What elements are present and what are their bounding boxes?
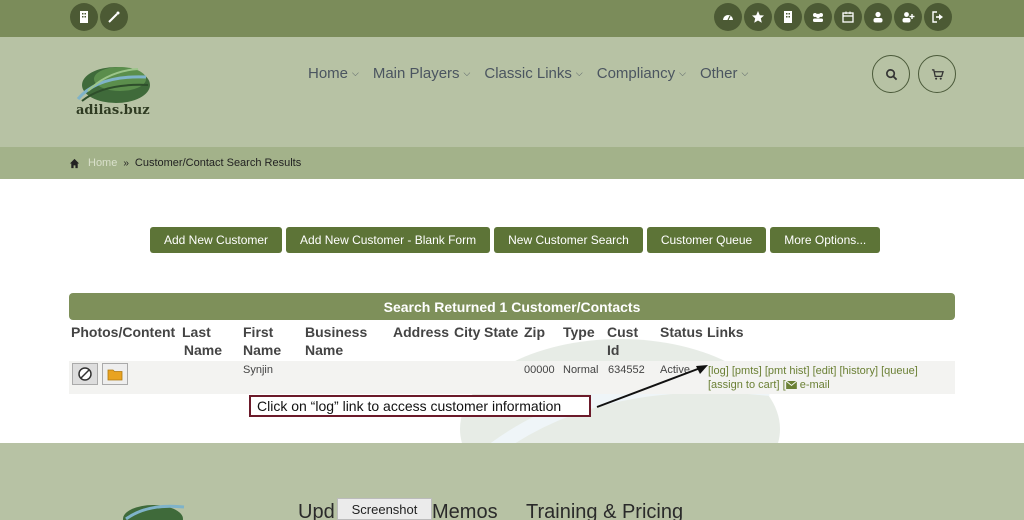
main-content: Add New Customer Add New Customer - Blan… (0, 179, 1024, 443)
col-type: Type (563, 324, 595, 340)
cell-first-name: Synjin (243, 364, 273, 376)
instruction-callout: Click on “log” link to access customer i… (249, 395, 591, 417)
nav-label: Classic Links (484, 65, 572, 82)
col-cust-id: Cust Id (607, 323, 638, 359)
logo-text: adilas.buz (76, 103, 150, 118)
users-icon[interactable] (804, 3, 832, 31)
main-nav: Home ⌵ Main Players ⌵ Classic Links ⌵ Compl… (308, 65, 762, 82)
nav-home[interactable]: Home ⌵ (308, 65, 359, 82)
col-status: Status (660, 324, 703, 340)
add-new-customer-button[interactable]: Add New Customer (150, 227, 283, 253)
col-label: Name (243, 342, 282, 358)
col-label: Name (305, 342, 344, 358)
col-state: State (484, 324, 519, 340)
queue-link[interactable]: [queue] (881, 365, 918, 377)
search-icon (885, 68, 897, 80)
add-new-customer-blank-button[interactable]: Add New Customer - Blank Form (286, 227, 491, 253)
col-label: Name (183, 342, 222, 358)
breadcrumb: Home » Customer/Contact Search Results (0, 147, 1024, 179)
col-label: First (243, 324, 274, 340)
footer-updates[interactable]: Upd (298, 501, 335, 520)
col-links: Links (707, 324, 744, 340)
magic-wand-icon[interactable] (100, 3, 128, 31)
footer-memos[interactable]: Memos (432, 501, 498, 520)
results-title: Search Returned 1 Customer/Contacts (69, 293, 955, 320)
chevron-down-icon: ⌵ (463, 68, 471, 78)
building-icon[interactable] (70, 3, 98, 31)
col-address: Address (393, 324, 450, 340)
calendar-icon[interactable] (834, 3, 862, 31)
col-business-name: Business Name (305, 323, 367, 359)
nav-label: Main Players (372, 65, 460, 82)
history-link[interactable]: [history] (839, 365, 878, 377)
action-buttons: Add New Customer Add New Customer - Blan… (150, 227, 884, 253)
email-label: e-mail (799, 379, 830, 391)
envelope-icon (785, 380, 797, 389)
no-photo-icon[interactable] (72, 363, 98, 385)
chevron-down-icon: ⌵ (575, 68, 583, 78)
breadcrumb-home-link[interactable]: Home (88, 157, 117, 169)
footer-training-pricing[interactable]: Training & Pricing (526, 501, 683, 520)
dashboard-icon[interactable] (714, 3, 742, 31)
folder-icon[interactable] (102, 363, 128, 385)
user-icon[interactable] (864, 3, 892, 31)
chevron-down-icon: ⌵ (679, 68, 686, 78)
more-options-button[interactable]: More Options... (770, 227, 881, 253)
office-icon[interactable] (774, 3, 802, 31)
col-photos: Photos/Content (71, 324, 176, 340)
nav-classic-links[interactable]: Classic Links ⌵ (484, 65, 582, 82)
chevron-down-icon: ⌵ (352, 68, 359, 78)
sign-out-icon[interactable] (924, 3, 952, 31)
col-last-name: Last Name (182, 323, 222, 359)
site-footer: Upd Memos Training & Pricing (0, 443, 1024, 520)
customer-queue-button[interactable]: Customer Queue (646, 227, 767, 253)
home-icon (69, 158, 80, 168)
nav-label: Home (308, 65, 349, 82)
cell-type: Normal (563, 364, 599, 376)
pmts-link[interactable]: [pmts] (732, 365, 762, 377)
col-zip: Zip (524, 324, 545, 340)
cell-links: [log] [pmts] [pmt hist] [edit] [history]… (708, 364, 958, 392)
col-city: City (454, 324, 481, 340)
edit-link[interactable]: [edit] (813, 365, 837, 377)
cell-zip: 00000 (524, 364, 555, 376)
col-label: Last (182, 324, 211, 340)
col-label: Id (607, 342, 620, 358)
nav-label: Compliancy (596, 65, 676, 82)
callout-arrow (596, 365, 708, 408)
pmt-hist-link[interactable]: [pmt hist] (765, 365, 810, 377)
screenshot-tooltip: Screenshot (337, 498, 432, 520)
nav-compliancy[interactable]: Compliancy ⌵ (597, 65, 686, 82)
nav-other[interactable]: Other ⌵ (700, 65, 748, 82)
chevron-down-icon: ⌵ (741, 68, 749, 78)
breadcrumb-separator: » (123, 157, 129, 169)
cart-icon (931, 68, 944, 80)
nav-label: Other (699, 65, 738, 82)
col-first-name: First Name (243, 323, 281, 359)
star-icon[interactable] (744, 3, 772, 31)
top-bar (0, 0, 1024, 37)
nav-main-players[interactable]: Main Players ⌵ (373, 65, 471, 82)
footer-logo (123, 504, 185, 520)
site-header: adilas.buz Home ⌵ Main Players ⌵ Classic L… (0, 37, 1024, 147)
cart-button[interactable] (918, 55, 956, 93)
col-label: Business (305, 324, 368, 340)
col-label: Cust (607, 324, 639, 340)
search-button[interactable] (872, 55, 910, 93)
breadcrumb-current: Customer/Contact Search Results (134, 157, 302, 169)
add-user-icon[interactable] (894, 3, 922, 31)
new-customer-search-button[interactable]: New Customer Search (494, 227, 643, 253)
assign-to-cart-link[interactable]: [assign to cart] (708, 379, 780, 391)
email-link[interactable]: [ e-mail (783, 379, 830, 391)
